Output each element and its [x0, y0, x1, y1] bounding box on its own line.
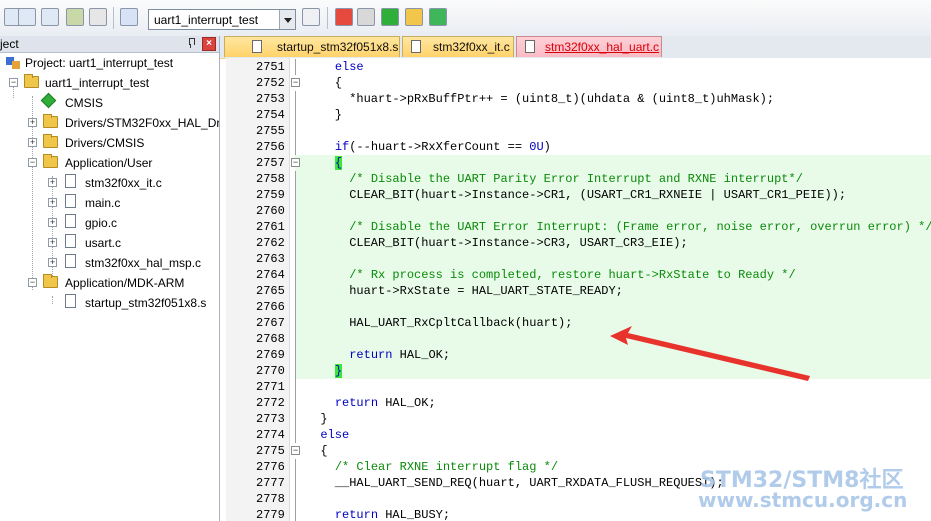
tree-label: CMSIS: [65, 96, 104, 110]
annotation-arrow: [610, 326, 810, 381]
tree-label: Drivers/CMSIS: [65, 136, 145, 150]
toolbar: uart1_interrupt_test: [0, 0, 931, 37]
tree-label: gpio.c: [85, 216, 118, 230]
select-packs-icon[interactable]: [357, 8, 375, 26]
file-icon: [65, 254, 76, 268]
folder-open-icon: [43, 154, 58, 168]
collapse-icon[interactable]: −: [28, 158, 37, 167]
tab-label: stm32f0xx_it.c: [433, 40, 510, 54]
tab-startup[interactable]: startup_stm32f051x8.s: [224, 36, 400, 57]
tree-label: Project: uart1_interrupt_test: [25, 56, 174, 70]
collapse-icon[interactable]: −: [9, 78, 18, 87]
tree-label: Application/User: [65, 156, 153, 170]
expand-icon[interactable]: +: [48, 218, 57, 227]
tree-label: Application/MDK-ARM: [65, 276, 185, 290]
tree-label: Drivers/STM32F0xx_HAL_Drive: [65, 116, 220, 130]
chevron-down-icon[interactable]: [279, 10, 295, 29]
folder-icon: [43, 114, 58, 128]
toolbar-separator: [113, 7, 114, 29]
expand-icon[interactable]: +: [48, 178, 57, 187]
tree-label: stm32f0xx_it.c: [85, 176, 162, 190]
file-icon: [65, 194, 76, 208]
collapse-icon[interactable]: −: [28, 278, 37, 287]
close-icon[interactable]: ×: [202, 37, 216, 51]
project-icon: [6, 55, 20, 69]
folder-icon: [43, 134, 58, 148]
component-diamond-icon: [40, 92, 57, 109]
tab-stm32f0xx-it[interactable]: stm32f0xx_it.c: [402, 36, 514, 57]
project-panel-header: ject ×: [0, 36, 219, 53]
annotation-layer: [610, 326, 810, 381]
download-icon[interactable]: [120, 8, 138, 26]
target-select-value: uart1_interrupt_test: [154, 13, 259, 27]
tree-label: uart1_interrupt_test: [45, 76, 150, 90]
file-icon: [65, 234, 76, 248]
expand-icon[interactable]: +: [48, 258, 57, 267]
pack-installer-icon[interactable]: [381, 8, 399, 26]
project-panel: ject × Project: uart1_interrupt_test − u…: [0, 36, 220, 521]
tree-label: stm32f0xx_hal_msp.c: [85, 256, 202, 270]
file-icon: [65, 214, 76, 228]
editor-tabbar: startup_stm32f051x8.s stm32f0xx_it.c stm…: [220, 36, 931, 59]
file-icon: [65, 294, 76, 308]
tree-label: main.c: [85, 196, 121, 210]
expand-icon[interactable]: +: [28, 118, 37, 127]
file-icon: [411, 40, 421, 53]
tree-guide: [52, 296, 54, 304]
stop-build-icon[interactable]: [89, 8, 107, 26]
file-modified-icon: [525, 40, 535, 53]
debug-icon[interactable]: [429, 8, 447, 26]
expand-icon[interactable]: +: [28, 138, 37, 147]
tree-label: usart.c: [85, 236, 122, 250]
tree-label: startup_stm32f051x8.s: [85, 296, 207, 310]
tab-label: stm32f0xx_hal_uart.c: [545, 40, 660, 54]
code-editor[interactable]: 2751 else 2752− {2753 *huart->pRxBuffPtr+…: [226, 58, 931, 521]
toolbar-separator: [327, 7, 328, 29]
folder-open-icon: [43, 274, 58, 288]
translate-icon[interactable]: [66, 8, 84, 26]
target-select[interactable]: uart1_interrupt_test: [148, 9, 296, 30]
manage-components-icon[interactable]: [335, 8, 353, 26]
project-panel-title: ject: [0, 37, 19, 51]
file-icon: [65, 174, 76, 188]
expand-icon[interactable]: +: [48, 238, 57, 247]
target-options-icon[interactable]: [302, 8, 320, 26]
watermark-url: www.stmcu.org.cn: [698, 488, 908, 512]
tab-label: startup_stm32f051x8.s: [277, 40, 399, 54]
pin-icon[interactable]: [187, 38, 195, 48]
tab-hal-uart[interactable]: stm32f0xx_hal_uart.c: [516, 36, 662, 57]
build-icon[interactable]: [18, 8, 36, 26]
target-folder-icon: [24, 74, 39, 88]
batch-build-icon[interactable]: [41, 8, 59, 26]
expand-icon[interactable]: +: [48, 198, 57, 207]
file-icon: [252, 40, 262, 53]
component-icon[interactable]: [405, 8, 423, 26]
